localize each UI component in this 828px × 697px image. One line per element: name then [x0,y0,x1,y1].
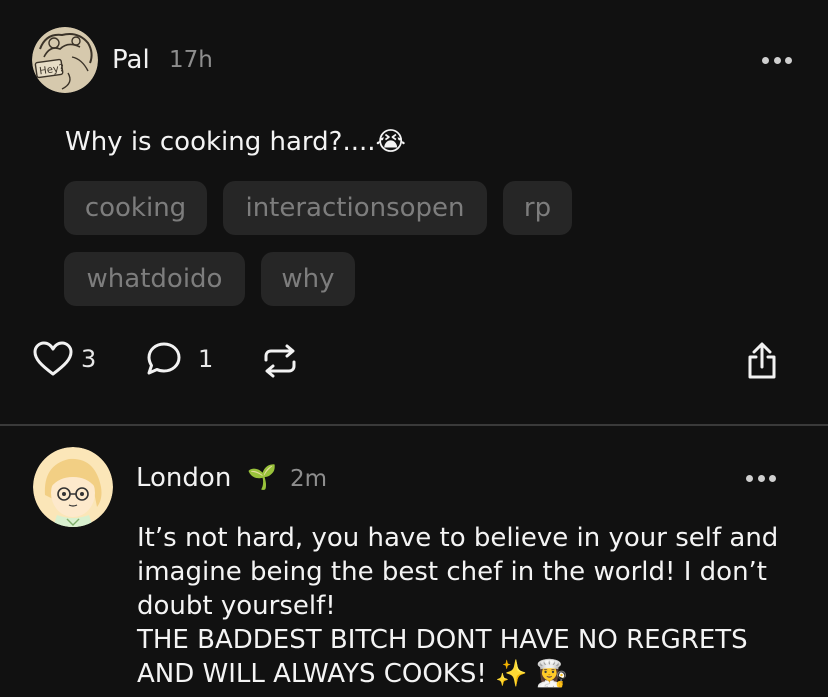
comment-button[interactable]: 1 [146,341,213,377]
post-time: 17h [169,47,213,73]
reply-line: AND WILL ALWAYS COOKS! [137,659,487,689]
reply-line: THE BADDEST BITCH DONT HAVE NO REGRETS [137,625,748,655]
sparkles-chef-emoji: ✨ 👩‍🍳 [495,659,569,689]
author-avatar[interactable]: Hey? [32,27,98,93]
more-dots-icon[interactable] [746,473,776,483]
tag-rp[interactable]: rp [503,181,572,235]
repost-icon [264,344,296,378]
reply-line: doubt yourself! [137,591,336,621]
share-icon [748,342,776,379]
post-text-content: Why is cooking hard?.... [65,127,376,157]
reply-line-last: AND WILL ALWAYS COOKS! ✨ 👩‍🍳 [137,657,807,691]
author-name[interactable]: Pal [112,45,150,75]
reply-line: It’s not hard, you have to believe in yo… [137,523,779,553]
reply-avatar-drawing [33,447,113,527]
share-button[interactable] [745,342,779,380]
tag-why[interactable]: why [261,252,355,306]
tag-interactionsopen[interactable]: interactionsopen [223,181,487,235]
repost-button[interactable] [262,343,298,379]
like-count: 3 [81,345,97,373]
post-text: Why is cooking hard?....😭 [65,127,406,157]
author-avatar-drawing: Hey? [32,27,98,93]
more-dots-icon[interactable] [762,55,792,65]
reply-time: 2m [290,466,328,492]
reply-line: imagine being the best chef in the world… [137,557,768,587]
tag-cooking[interactable]: cooking [64,181,207,235]
heart-icon [33,341,73,376]
like-button[interactable]: 3 [33,341,96,377]
sprout-badge-icon: 🌱 [247,463,277,491]
comment-count: 1 [198,345,214,373]
original-post: Hey? Pal 17h Why is cooking hard?....😭 c… [0,0,828,424]
reply-text: It’s not hard, you have to believe in yo… [137,521,807,691]
reply-author-avatar[interactable] [33,447,113,527]
comment-bubble-icon [147,342,181,375]
crying-emoji: 😭 [375,127,406,157]
post-divider [0,424,828,426]
tag-whatdoido[interactable]: whatdoido [64,252,245,306]
reply-author-name[interactable]: London [136,463,231,493]
